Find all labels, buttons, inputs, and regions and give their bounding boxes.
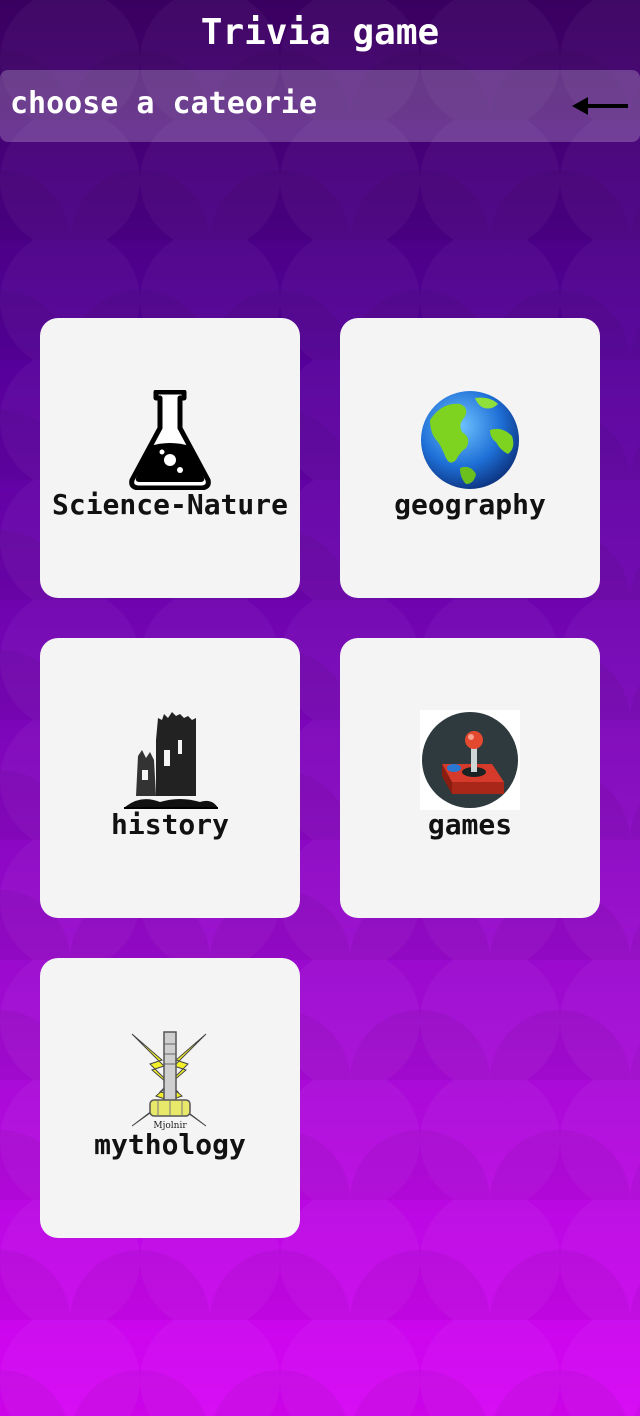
category-header-bar: choose a cateorie <box>0 70 640 142</box>
joystick-icon <box>420 710 520 810</box>
back-button[interactable] <box>572 86 630 126</box>
castle-ruin-icon <box>124 712 218 809</box>
globe-icon <box>421 391 519 489</box>
category-card-history[interactable]: history <box>40 638 300 918</box>
category-label: history <box>110 808 229 841</box>
category-label: geography <box>394 488 546 521</box>
category-card-geography[interactable]: geography <box>340 318 600 598</box>
category-label: games <box>427 808 513 841</box>
category-label: Science-Nature <box>51 488 288 521</box>
mjolnir-icon: Mjolnir <box>131 1031 207 1130</box>
category-card-science-nature[interactable]: Science-Nature <box>40 318 300 598</box>
category-label: mythology <box>94 1128 246 1161</box>
page-title: Trivia game <box>200 12 440 53</box>
category-card-mythology[interactable]: Mjolnir mythology <box>40 958 300 1238</box>
arrow-left-icon <box>572 97 628 115</box>
flask-icon <box>129 390 211 490</box>
category-card-games[interactable]: games <box>340 638 600 918</box>
choose-category-label: choose a cateorie <box>10 86 318 121</box>
